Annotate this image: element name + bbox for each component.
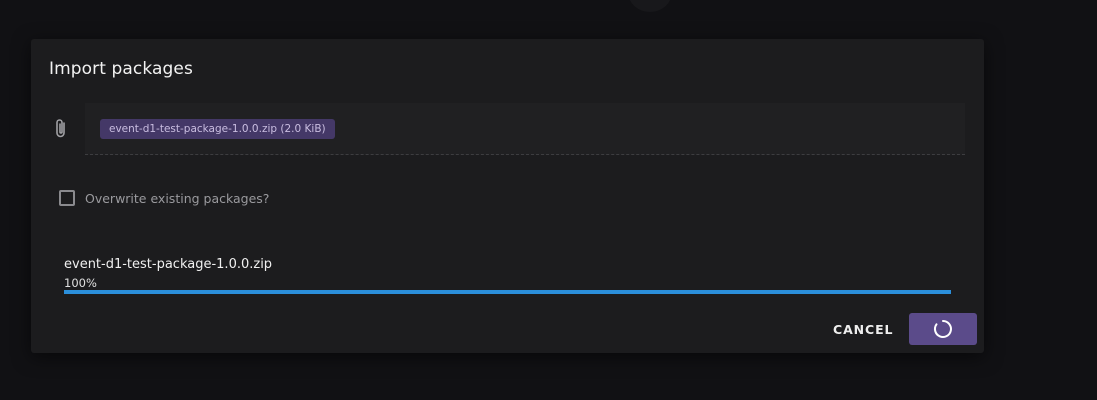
- cancel-button[interactable]: CANCEL: [833, 322, 893, 337]
- file-input-row: event-d1-test-package-1.0.0.zip (2.0 KiB…: [31, 103, 984, 155]
- submit-button[interactable]: [909, 313, 977, 345]
- upload-progress-fill: [64, 290, 951, 294]
- import-packages-dialog: Import packages event-d1-test-package-1.…: [31, 39, 984, 353]
- selected-file-chip: event-d1-test-package-1.0.0.zip (2.0 KiB…: [100, 119, 335, 139]
- upload-filename: event-d1-test-package-1.0.0.zip: [64, 257, 273, 272]
- overwrite-checkbox[interactable]: [59, 190, 75, 206]
- file-input[interactable]: event-d1-test-package-1.0.0.zip (2.0 KiB…: [85, 103, 965, 155]
- paperclip-icon[interactable]: [52, 118, 70, 140]
- spinner-icon: [933, 320, 952, 338]
- upload-progress-label: 100%: [64, 276, 97, 290]
- overwrite-label[interactable]: Overwrite existing packages?: [85, 191, 269, 206]
- backdrop-shape: [628, 0, 672, 12]
- dialog-title: Import packages: [49, 59, 193, 79]
- upload-progress-bar: [64, 290, 951, 294]
